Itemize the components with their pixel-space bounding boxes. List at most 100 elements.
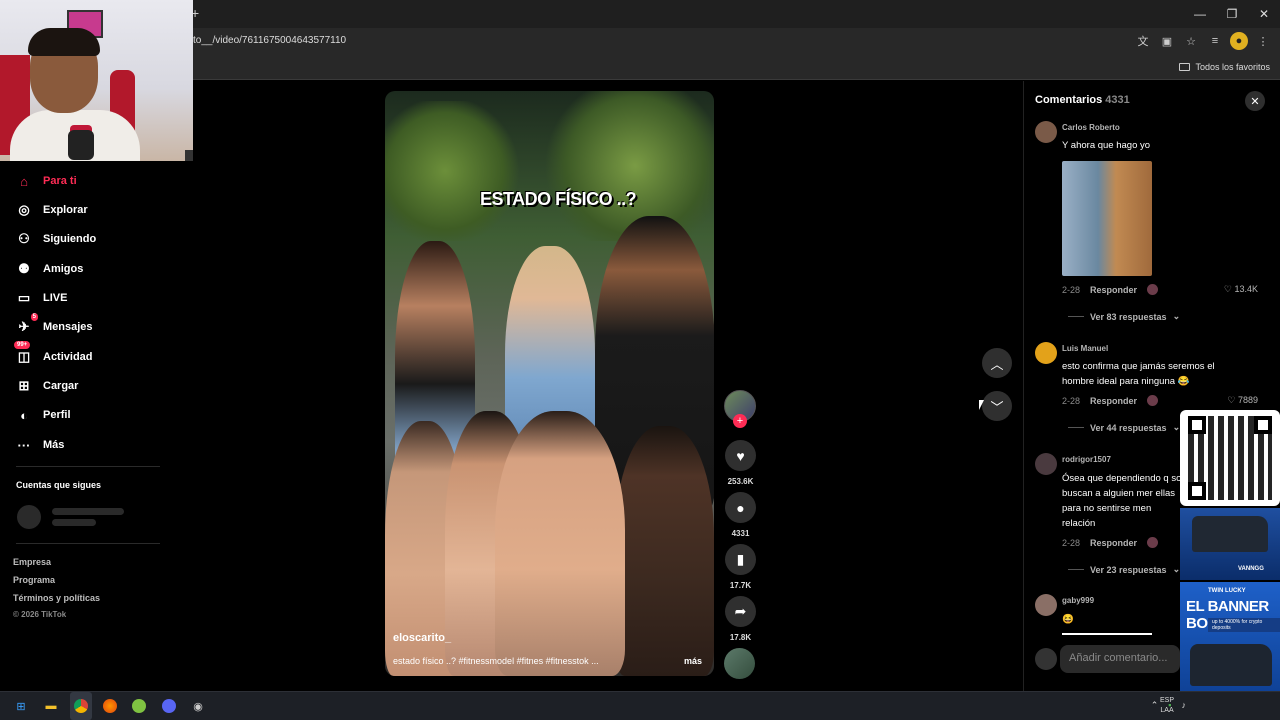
sidebar-item-label: Siguiendo [43, 233, 97, 245]
sidebar-divider [16, 466, 160, 467]
discord-icon[interactable] [160, 697, 178, 715]
bookmark-star-icon[interactable]: ☆ [1182, 32, 1200, 50]
chrome-icon[interactable] [72, 697, 90, 715]
share-icon: ➦ [734, 603, 747, 619]
view-replies-button[interactable]: Ver 83 respuestas ⌄ [1068, 311, 1180, 322]
sidebar-item-mas[interactable]: ··· Más [16, 435, 65, 455]
sidebar-item-amigos[interactable]: ⚉ Amigos [16, 259, 83, 279]
my-avatar [1035, 648, 1057, 670]
comment-like[interactable]: ♡ 7889 [1227, 395, 1258, 406]
video-author[interactable]: eloscarito_ [393, 632, 451, 644]
reply-button[interactable]: Responder [1090, 538, 1137, 548]
sidebar-item-live[interactable]: ▭ LIVE [16, 288, 68, 308]
reply-button[interactable]: Responder [1090, 396, 1137, 406]
language-indicator[interactable]: ESP LAA [1160, 696, 1174, 716]
close-window-icon[interactable]: ✕ [1248, 0, 1280, 28]
menu-dots-icon[interactable]: ⋮ [1254, 32, 1272, 50]
webcam-microphone [68, 130, 94, 160]
sidebar-item-label: Explorar [43, 204, 88, 216]
comment-avatar[interactable] [1035, 342, 1057, 364]
activity-icon: ◫ 99+ [14, 341, 32, 365]
translate-icon[interactable]: 文 [1134, 32, 1152, 50]
creator-mini-avatar [1147, 537, 1159, 548]
skeleton-avatar [17, 505, 41, 529]
view-replies-label: Ver 23 respuestas [1090, 564, 1167, 575]
like-button[interactable]: ♥ [725, 440, 756, 471]
video-player[interactable]: ESTADO FÍSICO ..? eloscarito_ estado fís… [385, 91, 714, 676]
save-button[interactable]: ▮ [725, 544, 756, 575]
close-comments-button[interactable]: ✕ [1245, 91, 1265, 111]
live-icon: ▭ [17, 290, 31, 305]
restore-icon[interactable]: ❐ [1216, 0, 1248, 28]
cast-icon[interactable]: ▣ [1158, 32, 1176, 50]
footer-link-terminos[interactable]: Términos y políticas [13, 593, 100, 603]
next-video-button[interactable]: ﹀ [982, 391, 1012, 421]
video-more-link[interactable]: más [684, 656, 702, 666]
sidebar-item-actividad[interactable]: ◫ 99+ Actividad [14, 341, 93, 367]
reading-list-icon[interactable]: ≡ [1206, 32, 1224, 50]
video-tree [385, 101, 525, 241]
obs-icon[interactable]: ◉ [189, 697, 207, 715]
chevron-down-icon: ﹀ [990, 399, 1004, 415]
comment-avatar[interactable] [1035, 453, 1057, 475]
comment-input[interactable]: Añadir comentario... [1060, 645, 1180, 673]
sidebar-divider [16, 543, 160, 544]
sidebar-item-label: Cargar [43, 380, 79, 392]
close-icon: ✕ [1250, 95, 1260, 108]
chevron-down-icon: ⌄ [1172, 564, 1181, 574]
footer-link-programa[interactable]: Programa [13, 575, 55, 585]
sidebar-item-label: LIVE [43, 292, 68, 304]
microphone-icon[interactable]: ♪ [1182, 700, 1187, 711]
profile-avatar-icon[interactable]: ● [1230, 32, 1248, 50]
sidebar-item-explorar[interactable]: ◎ Explorar [16, 200, 88, 220]
share-count: 17.8K [729, 633, 752, 642]
all-bookmarks-button[interactable]: Todos los favoritos [1179, 62, 1270, 72]
like-count: 253.6K [727, 477, 754, 486]
app-icon[interactable] [130, 697, 148, 715]
footer-link-empresa[interactable]: Empresa [13, 557, 51, 567]
chevron-up-icon: ︿ [990, 356, 1004, 372]
comment-like[interactable]: ♡ 13.4K [1224, 284, 1258, 295]
comment-user[interactable]: rodrigor1507 [1062, 455, 1111, 464]
comment-avatar[interactable] [1035, 594, 1057, 616]
comment-user[interactable]: Luis Manuel [1062, 344, 1108, 353]
tray-chevron-icon[interactable]: ⌃ [1151, 700, 1159, 711]
video-person [495, 411, 625, 676]
ad-banner-small[interactable]: VANNGG [1180, 508, 1280, 580]
comment-date: 2-28 [1062, 395, 1081, 406]
comment-user[interactable]: gaby999 [1062, 596, 1094, 605]
share-button[interactable]: ➦ [725, 596, 756, 627]
creator-mini-avatar [1147, 284, 1159, 295]
qr-code [1180, 410, 1280, 506]
comment-user[interactable]: Carlos Roberto [1062, 123, 1120, 132]
previous-video-button[interactable]: ︿ [982, 348, 1012, 378]
sidebar-item-cargar[interactable]: ⊞ Cargar [16, 376, 79, 396]
view-replies-button[interactable]: Ver 44 respuestas ⌄ [1068, 422, 1180, 433]
view-replies-button[interactable]: Ver 23 respuestas ⌄ [1068, 564, 1180, 575]
comment-image[interactable] [1062, 161, 1152, 276]
comment-avatar[interactable] [1035, 121, 1057, 143]
comment-date: 2-28 [1062, 284, 1081, 295]
comment-date: 2-28 [1062, 537, 1081, 548]
music-disc-avatar[interactable] [724, 648, 755, 679]
skeleton-line [52, 519, 96, 526]
comment-like-count: 13.4K [1234, 284, 1258, 294]
minimize-icon[interactable]: — [1184, 0, 1216, 28]
firefox-icon[interactable] [101, 697, 119, 715]
creator-mini-avatar [1147, 395, 1159, 406]
comment-meta: 2-28 Responder [1062, 395, 1159, 406]
replies-line [1068, 427, 1084, 428]
following-section-title: Cuentas que sigues [16, 480, 102, 490]
sidebar-item-para-ti[interactable]: ⌂ Para ti [16, 171, 77, 191]
url-field[interactable]: to__/video/7611675004643577110 [193, 35, 346, 46]
sidebar-item-mensajes[interactable]: ✈ 5 Mensajes [16, 313, 93, 337]
video-description: estado físico ..? #fitnessmodel #fitnes … [393, 656, 599, 666]
sidebar-item-siguiendo[interactable]: ⚇ Siguiendo [16, 229, 96, 249]
windows-start-icon[interactable]: ⊞ [12, 697, 30, 715]
file-explorer-icon[interactable]: ▬ [42, 697, 60, 715]
reply-button[interactable]: Responder [1090, 285, 1137, 295]
sidebar-item-perfil[interactable]: ◐ Perfil [16, 405, 70, 425]
chevron-down-icon: ⌄ [1172, 311, 1181, 321]
comment-button[interactable]: ● [725, 492, 756, 523]
follow-plus-icon[interactable]: + [733, 414, 747, 428]
